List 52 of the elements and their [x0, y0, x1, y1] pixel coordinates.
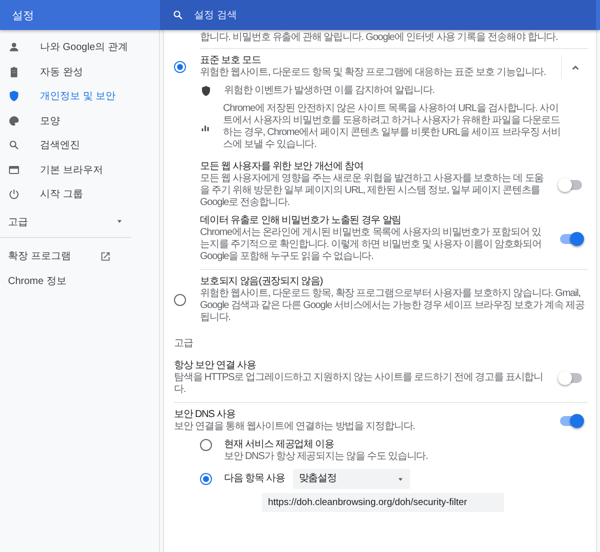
- option-description: 위험한 웹사이트, 다운로드 항목, 확장 프로그램으로부터 사용자를 보호하지 않습니다. Gmail, Google 검색과 같은 다른 Google 서비스에서는 가능한 경우 세이프 브라우징 보호가 계속 제공됩니다.: [200, 288, 586, 324]
- option-label: 다음 항목 사용: [224, 473, 285, 485]
- option-description: 위험한 웹사이트, 다운로드 항목 및 확장 프로그램에 대응하는 표준 보호 기능입니다.: [200, 67, 547, 79]
- option-label: 현재 서비스 제공업체 이용: [224, 439, 335, 451]
- setting-title: 모든 웹 사용자를 위한 보안 개선에 참여: [200, 161, 364, 173]
- search-icon: [172, 9, 184, 21]
- setting-title: 항상 보안 연결 사용: [174, 360, 257, 372]
- sidebar-link[interactable]: Chrome 정보: [0, 268, 119, 294]
- option-title: 보호되지 않음(권장되지 않음): [200, 276, 324, 288]
- radio-button[interactable]: [174, 294, 186, 306]
- sidebar-item[interactable]: 나와 Google의 관계: [0, 35, 159, 60]
- option-title: 표준 보호 모드: [200, 55, 262, 67]
- sidebar-item[interactable]: 개인정보 및 보안: [0, 84, 159, 108]
- clipboard-icon: [8, 66, 20, 78]
- toggle-switch[interactable]: [560, 234, 582, 244]
- provider-dropdown[interactable]: 맞춤설정: [292, 469, 410, 489]
- caret-icon: [116, 218, 123, 225]
- shield-icon: [8, 90, 20, 102]
- radio-button[interactable]: [200, 439, 212, 451]
- toggle-switch[interactable]: [560, 373, 582, 383]
- detail-text: 위험한 이벤트가 발생하면 이를 감지하여 알립니다.: [224, 85, 436, 97]
- sidebar-item[interactable]: 자동 완성: [0, 60, 159, 84]
- external-link-icon: [100, 250, 111, 262]
- setting-description: 탐색을 HTTPS로 업그레이드하고 지원하지 않는 사이트를 로드하기 전에 경고를 표시합니다.: [174, 372, 544, 396]
- app-title: 설정: [11, 8, 35, 22]
- sidebar-item[interactable]: 기본 브라우저: [0, 158, 159, 182]
- sidebar-item[interactable]: 모양: [0, 108, 159, 133]
- setting-description: Chrome에서는 온라인에 게시된 비밀번호 목록에 사용자의 비밀번호가 포함되어 있는지를 주기적으로 확인합니다. 이렇게 하면 비밀번호 및 사용자 이름이 암호화되어 Google을 포함해 누구도 읽을 수 없습니다.: [200, 227, 542, 263]
- setting-description: 보안 연결을 통해 웹사이트에 연결하는 방법을 지정합니다.: [174, 421, 416, 433]
- sidebar-link[interactable]: 확장 프로그램: [0, 244, 119, 268]
- setting-description: 모든 웹 사용자에게 영향을 주는 새로운 위협을 발견하고 사용자를 보호하는 데 도움을 주기 위해 방문한 일부 페이지의 URL, 제한된 시스템 정보, 일부 페이지 콘텐츠를 Google로 전송합니다.: [200, 173, 545, 209]
- toggle-switch[interactable]: [560, 180, 582, 190]
- palette-icon: [8, 114, 20, 127]
- toggle-switch[interactable]: [560, 416, 582, 426]
- detail-text: Chrome에 저장된 안전하지 않은 사이트 목록을 사용하여 URL을 검사합니다. 사이트에서 사용자의 비밀번호를 도용하려고 하거나 사용자가 유해한 파일을 다운로드하는 경우, Chrome에서 페이지 콘텐츠 일부를 비롯한 URL을 세이프 브라우징 서비스에 보낼 수 있습니다.: [223, 103, 562, 151]
- setting-title: 보안 DNS 사용: [174, 409, 236, 421]
- search-icon: [8, 139, 20, 152]
- sidebar-item[interactable]: 검색엔진: [0, 133, 159, 158]
- person-icon: [8, 41, 20, 54]
- advanced-section-toggle[interactable]: 고급: [0, 206, 131, 238]
- shield-icon: [200, 85, 212, 97]
- sidebar-item[interactable]: 시작 그룹: [0, 182, 159, 206]
- section-heading: 고급: [174, 337, 194, 351]
- power-icon: [8, 188, 20, 200]
- description-text: 합니다. 비밀번호 유출에 관해 알립니다. Google에 인터넷 사용 기록을 전송해야 합니다.: [199, 31, 559, 45]
- radio-button[interactable]: [200, 473, 212, 485]
- browser-window-icon: [8, 164, 20, 176]
- caret-icon: [396, 476, 404, 482]
- setting-title: 데이터 유출로 인해 비밀번호가 노출된 경우 알림: [200, 215, 402, 227]
- url-field[interactable]: https://doh.cleanbrowsing.org/doh/security-filter: [262, 493, 504, 512]
- radio-button[interactable]: [174, 61, 186, 73]
- option-description: 보안 DNS가 항상 제공되지는 않을 수도 있습니다.: [224, 451, 429, 463]
